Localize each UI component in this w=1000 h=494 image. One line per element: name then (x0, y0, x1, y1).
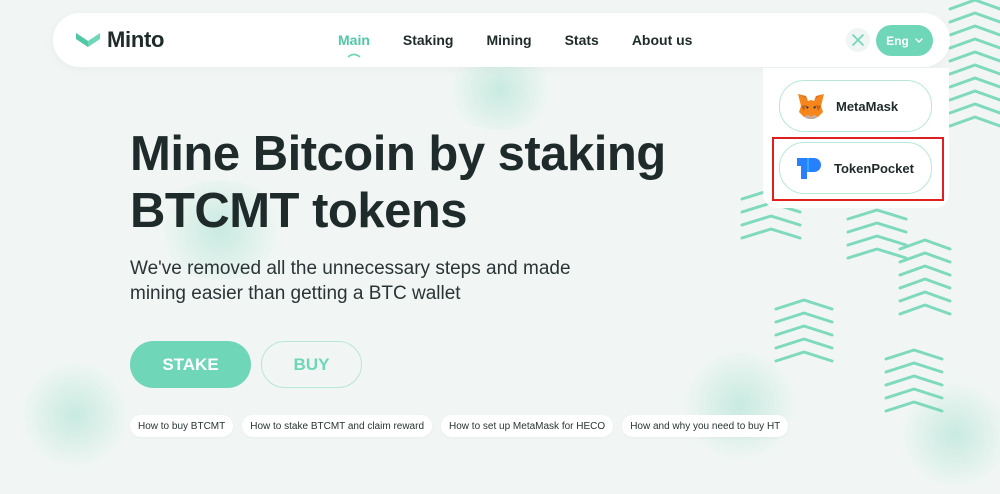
chevron-stroke (774, 298, 834, 311)
nav-main-label: Main (338, 32, 370, 48)
chevron-stroke (884, 361, 944, 374)
background-glow (20, 360, 130, 470)
chevron-stroke (948, 11, 1000, 24)
close-icon (852, 34, 864, 46)
hero-title-line: Mine Bitcoin by staking (130, 127, 666, 181)
chevron-stroke (948, 37, 1000, 50)
chevron-stroke (948, 115, 1000, 128)
chevron-stroke (774, 350, 834, 363)
help-link-chip[interactable]: How to set up MetaMask for HECO (441, 415, 614, 437)
top-navbar: Minto Main Staking Mining Stats About us… (53, 13, 950, 67)
chevron-stroke (898, 290, 952, 303)
metamask-fox-icon (798, 94, 824, 119)
chevron-stroke (898, 251, 952, 264)
chevron-stroke (846, 247, 908, 260)
help-link-chip[interactable]: How to buy BTCMT (130, 415, 234, 437)
hero-subtitle-line: mining easier than getting a BTC wallet (130, 283, 461, 304)
chevron-stroke (948, 89, 1000, 102)
nav-stats[interactable]: Stats (565, 32, 599, 48)
chevron-stroke (884, 374, 944, 387)
buy-button[interactable]: BUY (261, 341, 362, 388)
active-indicator-icon (347, 53, 361, 58)
chevron-stroke (948, 50, 1000, 63)
chevron-stroke (884, 387, 944, 400)
chevron-stroke (884, 348, 944, 361)
nav-mining[interactable]: Mining (486, 32, 531, 48)
chevron-stroke (948, 24, 1000, 37)
main-nav: Main Staking Mining Stats About us (338, 13, 725, 67)
chevron-stroke (846, 221, 908, 234)
metamask-button[interactable]: MetaMask (779, 80, 932, 132)
hero-subtitle-line: We've removed all the unnecessary steps … (130, 258, 571, 279)
hero-subtitle: We've removed all the unnecessary steps … (130, 256, 571, 306)
chevron-stroke (948, 63, 1000, 76)
chevron-stroke (898, 238, 952, 251)
chevron-stroke (884, 400, 944, 413)
brand-name: Minto (107, 27, 165, 52)
chevron-stroke (898, 264, 952, 277)
metamask-label: MetaMask (836, 98, 899, 114)
selection-highlight (772, 137, 944, 201)
brand-logo[interactable]: Minto (75, 27, 164, 53)
chevron-stroke (774, 337, 834, 350)
help-link-chip[interactable]: How to stake BTCMT and claim reward (242, 415, 433, 437)
stake-button[interactable]: STAKE (130, 341, 251, 388)
chevron-stroke (774, 324, 834, 337)
hero-title-line: BTCMT tokens (130, 184, 467, 238)
hero-title: Mine Bitcoin by staking BTCMT tokens (130, 126, 666, 240)
nav-about-us[interactable]: About us (632, 32, 693, 48)
minto-logo-icon (76, 33, 100, 47)
close-button[interactable] (846, 28, 870, 52)
help-link-chip[interactable]: How and why you need to buy HT (622, 415, 789, 437)
nav-mining-label: Mining (486, 32, 532, 48)
chevron-stroke (774, 311, 834, 324)
chevron-stroke (898, 277, 952, 290)
chevron-stroke (740, 227, 802, 240)
nav-stats-label: Stats (564, 32, 599, 48)
chevron-stroke (898, 303, 952, 316)
nav-staking-label: Staking (402, 32, 454, 48)
nav-about-us-label: About us (631, 32, 693, 48)
chevron-stroke (948, 0, 1000, 11)
chevron-stroke (948, 76, 1000, 89)
chevron-down-icon (915, 37, 923, 43)
nav-staking[interactable]: Staking (403, 32, 454, 48)
chevron-stroke (846, 208, 908, 221)
chevron-stroke (948, 102, 1000, 115)
language-label: Eng (886, 33, 909, 48)
language-selector[interactable]: Eng (876, 25, 933, 56)
chevron-stroke (846, 234, 908, 247)
nav-main[interactable]: Main (338, 32, 370, 58)
chevron-stroke (740, 214, 802, 227)
help-links: How to buy BTCMT How to stake BTCMT and … (130, 415, 789, 437)
